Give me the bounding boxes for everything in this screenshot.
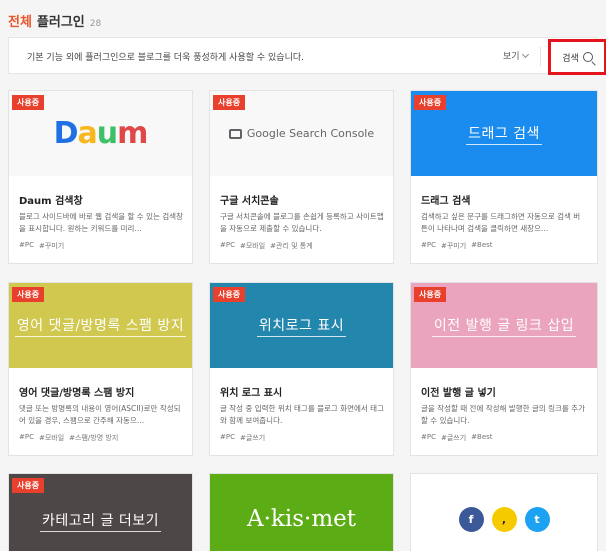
thumb-text: 카테고리 글 더보기	[40, 510, 161, 532]
plugin-thumbnail: 사용중 카테고리 글 더보기	[9, 474, 192, 551]
card-description: 글 작성 중 입력한 위치 태그를 블로그 화면에서 태그와 함께 보여줍니다.	[220, 404, 384, 425]
plugin-thumbnail: A·kis·met	[210, 474, 393, 551]
search-button[interactable]: 검색	[548, 39, 606, 75]
plugin-thumbnail: f , t	[411, 474, 597, 551]
card-title: 이전 발행 글 넣기	[421, 388, 496, 399]
card-title: Daum 검색창	[19, 196, 83, 207]
plugin-card-previous-post-link[interactable]: 사용중 이전 발행 글 링크 삽입 이전 발행 글 넣기 글을 작성할 때 전에…	[410, 282, 598, 456]
tag[interactable]: #스팸/방명 방지	[69, 433, 118, 443]
plugin-card-social-share[interactable]: f , t	[410, 473, 598, 551]
card-tags: #PC #모바일 #관리 및 통계	[220, 241, 313, 251]
card-tags: #PC #모바일 #스팸/방명 방지	[19, 433, 118, 443]
plugin-count: 28	[89, 19, 102, 29]
page-title-accent: 전체	[8, 15, 32, 30]
tag[interactable]: #PC	[421, 433, 436, 443]
in-use-badge: 사용중	[213, 95, 246, 110]
search-icon	[582, 52, 593, 62]
tag[interactable]: #PC	[220, 241, 235, 251]
tag[interactable]: #글쓰기	[240, 433, 265, 443]
card-tags: #PC #글쓰기	[220, 433, 265, 443]
social-icons: f , t	[458, 506, 550, 532]
plugin-card-category-more[interactable]: 사용중 카테고리 글 더보기	[8, 473, 193, 551]
card-title: 영어 댓글/방명록 스팸 방지	[19, 388, 135, 399]
chevron-down-icon	[521, 50, 529, 58]
card-description: 구글 서치콘솔에 블로그를 손쉽게 등록하고 사이트맵을 자동으로 제출할 수 …	[220, 212, 384, 233]
thumb-text: 위치로그 표시	[256, 315, 347, 337]
plugin-thumbnail: 사용중 드래그 검색	[411, 91, 597, 176]
tag[interactable]: #Best	[471, 241, 492, 251]
daum-logo: Daum	[53, 116, 149, 151]
tag[interactable]: #글쓰기	[441, 433, 466, 443]
google-search-console-logo: Google Search Console	[228, 127, 375, 140]
info-text: 기본 기능 외에 플러그인으로 블로그를 더욱 풍성하게 사용할 수 있습니다.	[27, 53, 305, 63]
in-use-badge: 사용중	[12, 287, 45, 302]
thumb-text: 영어 댓글/방명록 스팸 방지	[14, 315, 187, 337]
view-dropdown[interactable]: 보기	[503, 49, 529, 62]
card-tags: #PC #글쓰기 #Best	[421, 433, 493, 443]
plugin-thumbnail: 사용중 영어 댓글/방명록 스팸 방지	[9, 283, 192, 368]
tag[interactable]: #Best	[471, 433, 492, 443]
tag[interactable]: #관리 및 통계	[270, 241, 313, 251]
info-bar: 기본 기능 외에 플러그인으로 블로그를 더욱 풍성하게 사용할 수 있습니다.…	[8, 37, 606, 75]
plugin-card-akismet[interactable]: A·kis·met	[209, 473, 394, 551]
card-title: 위치 로그 표시	[220, 388, 283, 399]
thumb-text: Google Search Console	[246, 127, 375, 140]
facebook-icon: f	[458, 506, 484, 532]
card-title: 구글 서치콘솔	[220, 196, 279, 207]
page-title: 플러그인	[36, 15, 85, 30]
tag[interactable]: #PC	[19, 433, 34, 443]
plugin-thumbnail: 사용중 Daum	[9, 91, 192, 176]
in-use-badge: 사용중	[414, 287, 447, 302]
plugin-thumbnail: 사용중 이전 발행 글 링크 삽입	[411, 283, 597, 368]
divider	[540, 47, 541, 66]
view-label: 보기	[503, 52, 520, 62]
thumb-text: 이전 발행 글 링크 삽입	[431, 315, 577, 337]
tag[interactable]: #모바일	[240, 241, 265, 251]
plugin-card-daum[interactable]: 사용중 Daum Daum 검색창 블로그 사이드바에 바로 웹 검색을 할 수…	[8, 90, 193, 264]
card-description: 글을 작성할 때 전에 작성해 발행한 글의 링크를 추가할 수 있습니다.	[421, 404, 585, 425]
card-tags: #PC #꾸미기	[19, 241, 64, 251]
plugin-thumbnail: 사용중 Google Search Console	[210, 91, 393, 176]
plugin-card-location-log[interactable]: 사용중 위치로그 표시 위치 로그 표시 글 작성 중 입력한 위치 태그를 블…	[209, 282, 394, 456]
search-console-icon	[228, 128, 242, 139]
in-use-badge: 사용중	[213, 287, 246, 302]
in-use-badge: 사용중	[12, 478, 45, 493]
tag[interactable]: #PC	[220, 433, 235, 443]
thumb-text: 드래그 검색	[466, 123, 542, 145]
card-tags: #PC #꾸미기 #Best	[421, 241, 493, 251]
plugin-card-english-spam-block[interactable]: 사용중 영어 댓글/방명록 스팸 방지 영어 댓글/방명록 스팸 방지 댓글 또…	[8, 282, 193, 456]
tag[interactable]: #꾸미기	[39, 241, 64, 251]
akismet-logo: A·kis·met	[247, 506, 356, 532]
plugin-thumbnail: 사용중 위치로그 표시	[210, 283, 393, 368]
page-header: 전체 플러그인 28	[8, 11, 101, 31]
card-title: 드래그 검색	[421, 196, 471, 207]
card-description: 댓글 또는 방명록의 내용이 영어(ASCII)로만 작성되어 있을 경우, 스…	[19, 404, 181, 425]
search-label: 검색	[562, 53, 579, 64]
tag[interactable]: #PC	[19, 241, 34, 251]
in-use-badge: 사용중	[12, 95, 45, 110]
plugin-card-google-search-console[interactable]: 사용중 Google Search Console 구글 서치콘솔 구글 서치콘…	[209, 90, 394, 264]
card-description: 블로그 사이드바에 바로 웹 검색을 할 수 있는 검색창을 표시합니다. 원하…	[19, 212, 183, 233]
kakaostory-icon: ,	[491, 506, 517, 532]
twitter-icon: t	[524, 506, 550, 532]
in-use-badge: 사용중	[414, 95, 447, 110]
tag[interactable]: #꾸미기	[441, 241, 466, 251]
tag[interactable]: #모바일	[39, 433, 64, 443]
plugin-card-drag-search[interactable]: 사용중 드래그 검색 드래그 검색 검색하고 싶은 문구를 드래그하면 자동으로…	[410, 90, 598, 264]
tag[interactable]: #PC	[421, 241, 436, 251]
card-description: 검색하고 싶은 문구를 드래그하면 자동으로 검색 버튼이 나타나며 검색을 클…	[421, 212, 581, 233]
